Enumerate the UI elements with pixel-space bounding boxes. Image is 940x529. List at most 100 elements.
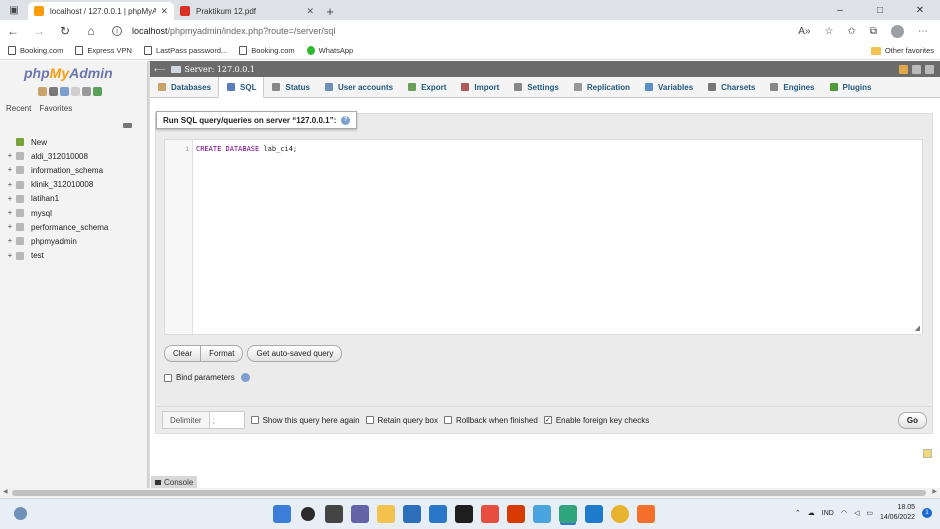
help-icon[interactable]	[60, 87, 69, 96]
git-icon[interactable]	[481, 505, 499, 523]
db-item[interactable]: + latihan1	[6, 192, 108, 206]
help-icon[interactable]: ?	[341, 115, 351, 125]
menu-user-accounts[interactable]: User accounts	[317, 77, 400, 97]
collections-icon[interactable]: ⧉	[870, 26, 877, 37]
menu-plugins[interactable]: Plugins	[822, 77, 879, 97]
scroll-right-icon[interactable]: ▶	[932, 488, 937, 495]
task-view-icon[interactable]	[325, 505, 343, 523]
checkbox[interactable]	[365, 416, 374, 424]
refresh-button[interactable]: ↻	[52, 24, 78, 38]
clear-button[interactable]: Clear	[164, 345, 202, 362]
sql-editor[interactable]: 1 CREATE DATABASE lab_ci4; ◢	[164, 139, 923, 335]
checkbox-checked[interactable]: ✓	[543, 416, 552, 424]
checkbox[interactable]	[444, 416, 452, 424]
expand-icon[interactable]: +	[6, 223, 14, 231]
sql-code-line[interactable]: CREATE DATABASE lab_ci4;	[196, 145, 297, 153]
collapse-nav-icon[interactable]: ⟵	[154, 65, 165, 74]
menu-databases[interactable]: Databases	[150, 77, 218, 97]
notification-badge[interactable]: 1	[922, 508, 932, 518]
settings-icon[interactable]	[82, 87, 91, 96]
url-input[interactable]: i localhost /phpmyadmin/index.php?route=…	[104, 22, 798, 40]
bind-parameters-label[interactable]: Bind parameters	[176, 373, 235, 382]
expand-icon[interactable]: +	[6, 166, 14, 174]
notepad-icon[interactable]	[923, 449, 932, 458]
dropbox-icon[interactable]	[455, 505, 473, 523]
menu-replication[interactable]: Replication	[566, 77, 637, 97]
format-button[interactable]: Format	[201, 345, 244, 362]
read-aloud-icon[interactable]: A»	[798, 26, 810, 37]
chat-icon[interactable]	[351, 505, 369, 523]
resize-handle-icon[interactable]: ◢	[915, 324, 920, 332]
search-icon[interactable]	[301, 507, 315, 521]
battery-icon[interactable]: ▭	[866, 509, 873, 517]
home-icon[interactable]	[38, 87, 47, 96]
expand-icon[interactable]: +	[6, 152, 14, 160]
vscode-icon[interactable]	[585, 505, 603, 523]
browser-tab-pdf[interactable]: Praktikum 12.pdf ✕	[174, 2, 320, 20]
browser-tab-phpmyadmin[interactable]: localhost / 127.0.0.1 | phpMyAdmin ✕	[28, 2, 174, 20]
profile-avatar[interactable]	[891, 24, 904, 38]
new-tab-button[interactable]: +	[320, 2, 340, 20]
menu-sql[interactable]: SQL	[218, 77, 265, 98]
close-tab-icon[interactable]: ✕	[160, 6, 168, 17]
bookmark-item[interactable]: LastPass password...	[143, 46, 227, 55]
minimize-button[interactable]: –	[820, 0, 860, 20]
scrollbar-thumb[interactable]	[12, 490, 926, 496]
expand-icon[interactable]: +	[6, 209, 14, 217]
menu-import[interactable]: Import	[453, 77, 506, 97]
db-item[interactable]: + aldi_312010008	[6, 149, 108, 163]
language-indicator[interactable]: IND	[822, 510, 834, 517]
db-new[interactable]: New	[6, 135, 108, 149]
menu-status[interactable]: Status	[264, 77, 316, 97]
reload-icon[interactable]	[93, 87, 102, 96]
db-item[interactable]: + mysql	[6, 206, 108, 220]
favorite-star-icon[interactable]: ☆	[825, 26, 834, 37]
option-foreign-key-checks[interactable]: ✓ Enable foreign key checks	[543, 416, 649, 425]
menu-engines[interactable]: Engines	[762, 77, 821, 97]
menu-variables[interactable]: Variables	[637, 77, 700, 97]
collapse-all-icon[interactable]	[123, 123, 132, 128]
option-show-query[interactable]: Show this query here again	[250, 416, 360, 425]
go-button[interactable]: Go	[897, 411, 927, 429]
tab-favorites[interactable]: Favorites	[39, 104, 72, 113]
sublime-icon[interactable]	[533, 505, 551, 523]
checkbox[interactable]	[250, 416, 259, 424]
delimiter-input[interactable]	[209, 411, 245, 429]
db-item[interactable]: + test	[6, 249, 108, 263]
wifi-icon[interactable]: ◠	[841, 509, 847, 517]
bookmark-item[interactable]: Booking.com	[8, 46, 63, 55]
lock-icon[interactable]	[899, 64, 908, 74]
tab-recent[interactable]: Recent	[6, 104, 31, 113]
option-retain-query-box[interactable]: Retain query box	[365, 416, 438, 425]
volume-icon[interactable]: ◁	[854, 509, 859, 517]
file-explorer-icon[interactable]	[377, 505, 395, 523]
cloud-icon[interactable]: ☁	[808, 509, 815, 517]
xampp-icon[interactable]	[637, 505, 655, 523]
tab-actions-icon[interactable]: ▣	[0, 0, 28, 20]
docs-icon[interactable]	[71, 87, 80, 96]
close-window-button[interactable]: ✕	[900, 0, 940, 20]
settings-gear-icon[interactable]	[912, 64, 921, 74]
expand-icon[interactable]: +	[6, 180, 14, 189]
server-label[interactable]: Server: 127.0.0.1	[184, 65, 255, 74]
console-toggle[interactable]: Console	[151, 476, 198, 488]
db-item[interactable]: + phpmyadmin	[6, 234, 108, 248]
forward-button[interactable]: →	[26, 24, 52, 38]
bookmark-item[interactable]: Express VPN	[75, 46, 132, 55]
start-icon[interactable]	[273, 505, 291, 523]
phpmyadmin-logo[interactable]: phpMyAdmin	[24, 65, 113, 81]
db-item[interactable]: + klinik_312010008	[6, 178, 108, 192]
mail-icon[interactable]	[429, 505, 447, 523]
favorites-icon[interactable]: ✩	[847, 26, 855, 37]
office-icon[interactable]	[507, 505, 525, 523]
expand-icon[interactable]: +	[6, 237, 14, 245]
site-info-icon[interactable]: i	[112, 26, 122, 36]
chrome-icon[interactable]	[611, 505, 629, 523]
menu-settings[interactable]: Settings	[506, 77, 566, 97]
collapse-icon[interactable]	[925, 64, 934, 74]
bookmark-item[interactable]: Booking.com	[239, 46, 295, 55]
bind-parameters-checkbox[interactable]	[164, 373, 172, 382]
close-tab-icon[interactable]: ✕	[306, 6, 314, 17]
clock[interactable]: 18.05 14/06/2022	[880, 503, 915, 523]
back-button[interactable]: ←	[0, 24, 26, 38]
